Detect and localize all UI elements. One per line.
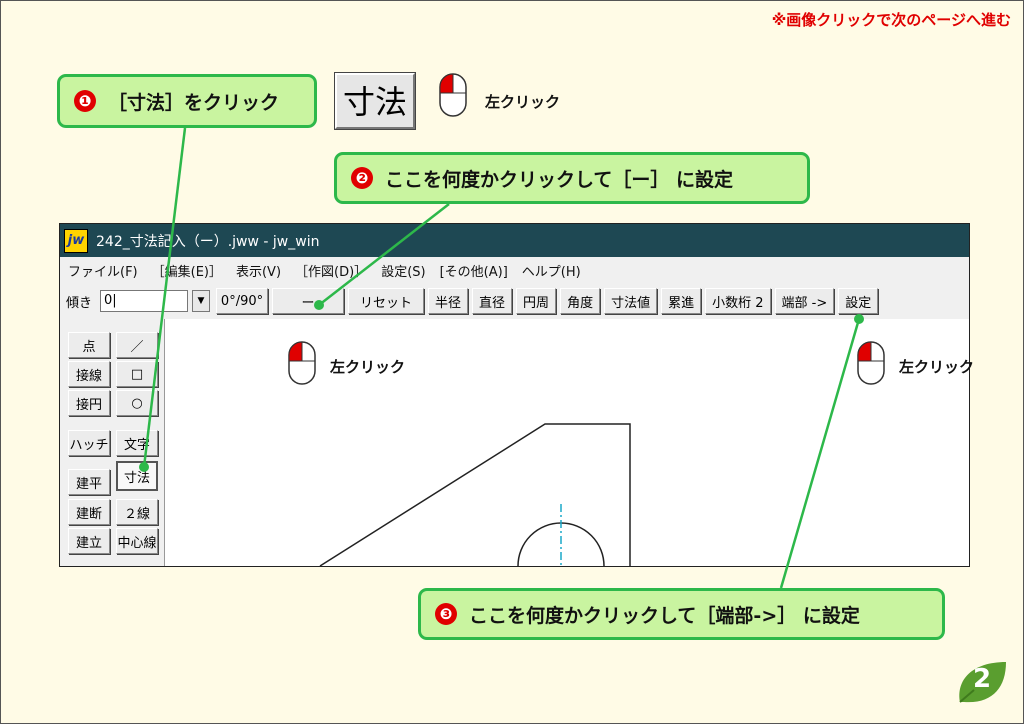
- tutorial-page[interactable]: ※画像クリックで次のページへ進む ❶ ［寸法］をクリック 寸法 左クリック ❷ …: [0, 0, 1024, 724]
- pointer-lines: [139, 127, 864, 589]
- page-number: 2: [973, 664, 992, 694]
